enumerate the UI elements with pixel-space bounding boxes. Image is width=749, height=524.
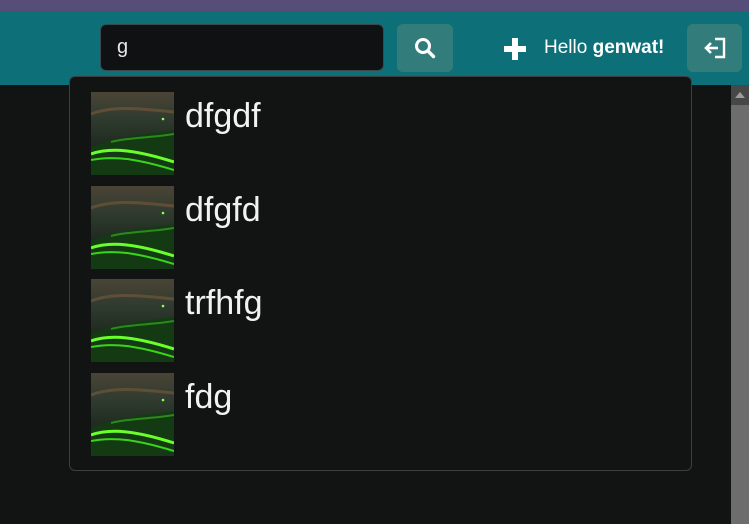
- search-button[interactable]: [397, 24, 453, 72]
- result-thumbnail: [91, 92, 174, 175]
- greeting: Hello genwat!: [544, 36, 664, 60]
- result-thumbnail: [91, 186, 174, 269]
- search-results-dropdown: dfgdf dfgfd trfhfg fdg: [69, 76, 692, 471]
- search-icon: [415, 38, 436, 59]
- greeting-prefix: Hello: [544, 37, 588, 58]
- result-thumbnail: [91, 279, 174, 362]
- result-label: dfgdf: [185, 97, 261, 135]
- result-thumbnail: [91, 373, 174, 456]
- result-label: trfhfg: [185, 284, 263, 322]
- search-input[interactable]: [100, 24, 384, 71]
- result-label: fdg: [185, 378, 233, 416]
- plus-icon: [504, 38, 526, 60]
- scroll-up-arrow-icon: [735, 92, 745, 98]
- logout-button[interactable]: [687, 24, 742, 72]
- result-label: dfgfd: [185, 191, 261, 229]
- search-result-item[interactable]: dfgfd: [91, 186, 651, 270]
- page-scrollbar[interactable]: [731, 85, 749, 524]
- search-result-item[interactable]: trfhfg: [91, 279, 651, 363]
- username: genwat!: [592, 37, 665, 58]
- logout-icon: [703, 37, 725, 59]
- search-result-item[interactable]: dfgdf: [91, 92, 651, 176]
- search-result-item[interactable]: fdg: [91, 373, 651, 457]
- scroll-up-button[interactable]: [731, 85, 749, 105]
- top-strip: [0, 0, 749, 11]
- add-button[interactable]: [500, 34, 530, 64]
